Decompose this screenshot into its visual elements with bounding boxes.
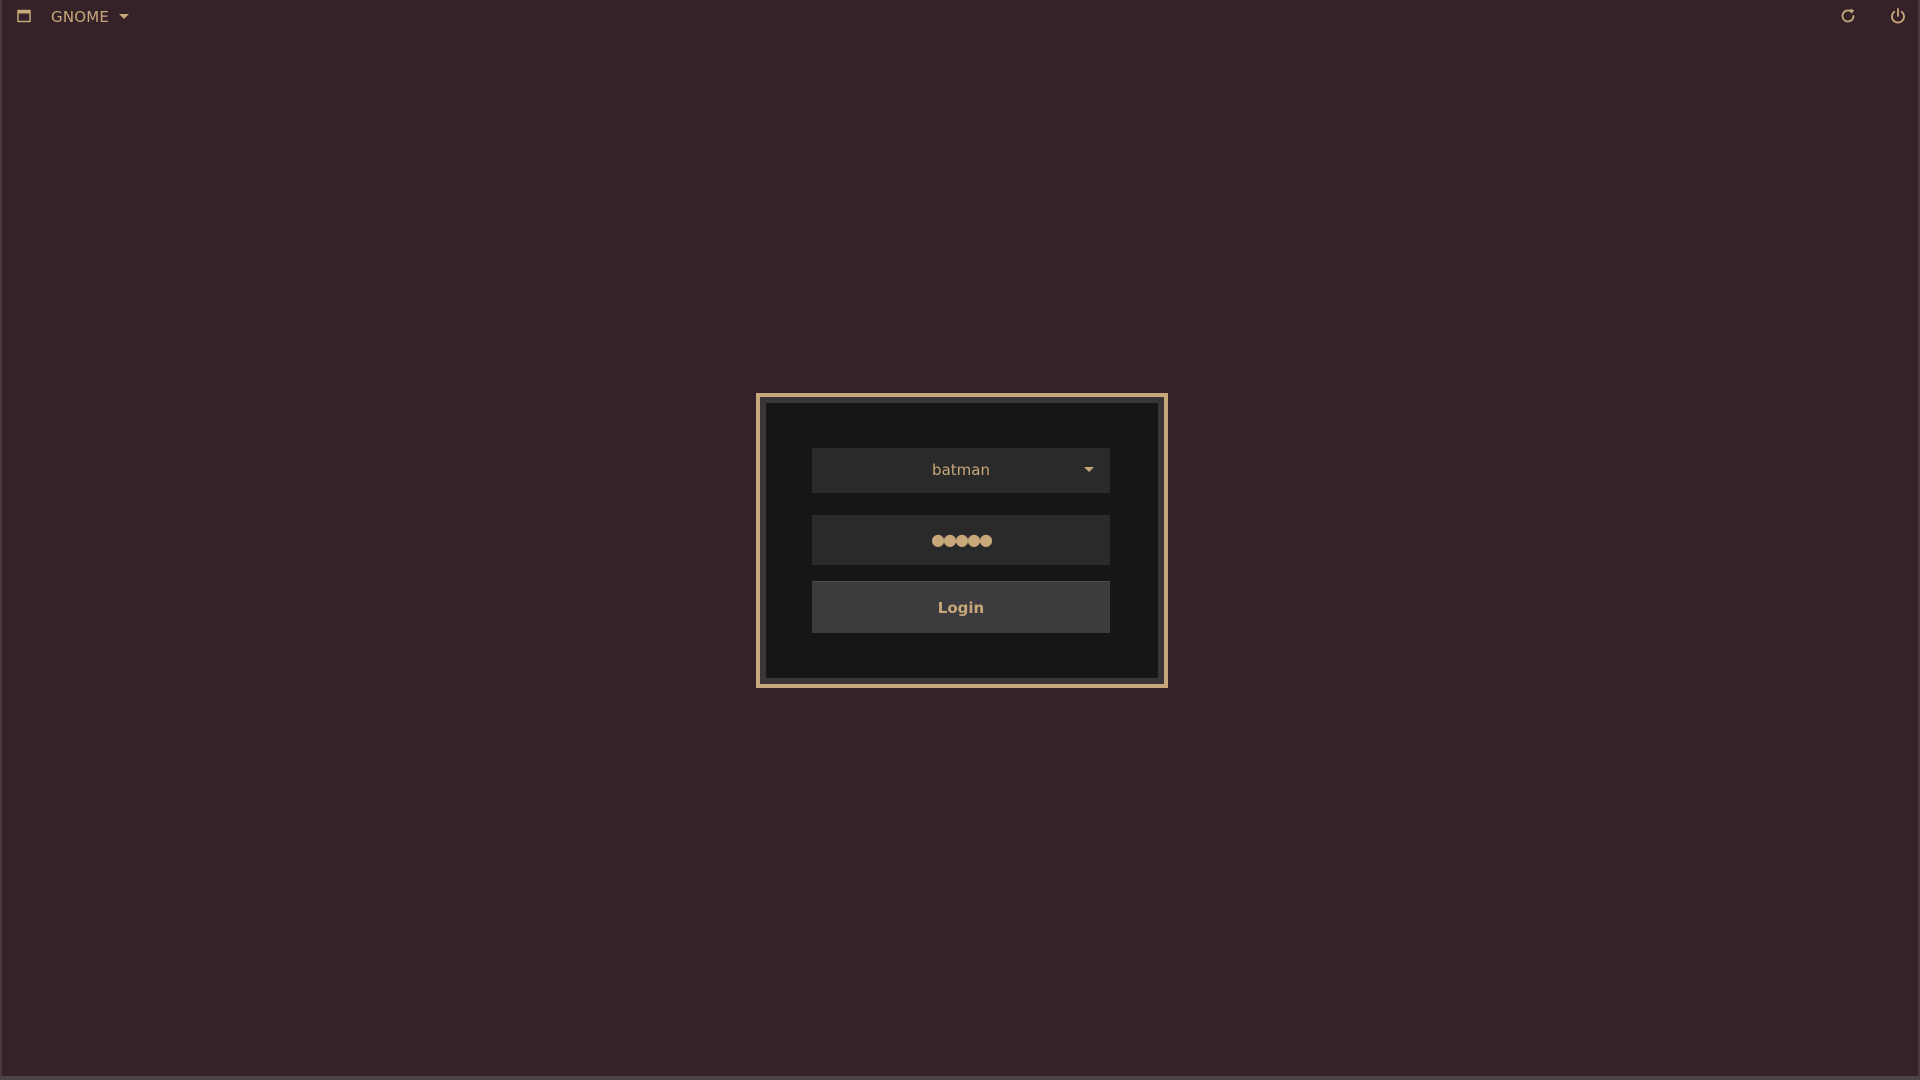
login-panel: batman ●●●●● Login bbox=[766, 403, 1158, 678]
login-box-border: batman ●●●●● Login bbox=[756, 393, 1168, 688]
password-mask: ●●●●● bbox=[931, 530, 993, 549]
username-select[interactable]: batman bbox=[812, 448, 1110, 493]
username-value: batman bbox=[932, 461, 990, 479]
chevron-down-icon bbox=[1084, 467, 1094, 472]
login-button[interactable]: Login bbox=[812, 581, 1110, 633]
greeter-screen: GNOME batman ●●●●● Login bbox=[0, 0, 1920, 1080]
top-bar: GNOME bbox=[2, 0, 1918, 34]
reboot-icon[interactable] bbox=[1838, 6, 1858, 26]
session-selector-label[interactable]: GNOME bbox=[51, 8, 109, 26]
power-icon[interactable] bbox=[1888, 6, 1908, 26]
caret-down-icon[interactable] bbox=[117, 11, 131, 21]
password-field[interactable]: ●●●●● bbox=[812, 515, 1110, 565]
window-icon[interactable] bbox=[17, 9, 31, 23]
